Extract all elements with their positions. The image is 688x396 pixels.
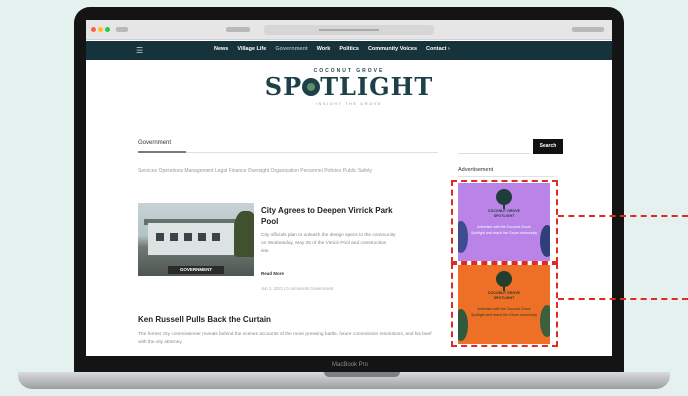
nav-item-community-voices[interactable]: Community Voices xyxy=(368,46,417,52)
logo-tagline: INSIGHT THE GROVE xyxy=(315,101,383,106)
nav-item-government[interactable]: Government xyxy=(275,46,307,52)
spotlight-o-icon xyxy=(302,78,321,96)
advertisement-heading: Advertisement xyxy=(458,167,494,173)
maximize-window-dot[interactable] xyxy=(105,27,110,32)
search-input[interactable] xyxy=(458,141,530,154)
logo-text-start: SP xyxy=(264,72,303,101)
site-navigation: ☰ News Village Life Government Work Poli… xyxy=(86,41,612,60)
ad-highlight-box xyxy=(451,263,558,347)
nav-item-politics[interactable]: Politics xyxy=(339,46,359,52)
building-windows xyxy=(156,233,226,241)
browser-chrome xyxy=(86,20,612,40)
nav-item-work[interactable]: Work xyxy=(317,46,331,52)
address-bar[interactable] xyxy=(264,25,434,35)
nav-item-village-life[interactable]: Village Life xyxy=(237,46,266,52)
laptop-notch xyxy=(324,372,400,377)
callout-line xyxy=(558,215,688,217)
heading-underline xyxy=(138,151,186,153)
image-category-label: GOVERNMENT xyxy=(168,266,224,274)
article-meta: Jun 3, 2022 | 0 comments Government xyxy=(261,286,334,291)
ad-highlight-box xyxy=(451,180,558,263)
featured-article-title[interactable]: City Agrees to Deepen Virrick Park Pool xyxy=(261,205,396,227)
search-button[interactable]: Search xyxy=(533,139,563,154)
second-article-title[interactable]: Ken Russell Pulls Back the Curtain xyxy=(138,315,271,324)
page-title: Government xyxy=(138,140,172,146)
sidebar-toggle-icon[interactable] xyxy=(116,27,128,32)
nav-menu: News Village Life Government Work Politi… xyxy=(214,46,450,52)
hamburger-icon[interactable]: ☰ xyxy=(136,47,143,55)
logo-wordmark: SP TLIGHT xyxy=(86,75,612,99)
site-logo[interactable]: COCONUT GROVE SP TLIGHT INSIGHT THE GROVE xyxy=(86,68,612,106)
nav-item-contact[interactable]: Contact › xyxy=(426,46,450,52)
laptop-base xyxy=(18,372,670,389)
featured-article-image[interactable]: GOVERNMENT xyxy=(138,203,254,276)
read-more-link[interactable]: Read More xyxy=(261,271,284,276)
advertisement-divider xyxy=(458,176,554,177)
second-article-excerpt: The former city commissioner reveals beh… xyxy=(138,332,432,345)
laptop-model-label: MacBook Pro xyxy=(331,362,368,368)
back-forward-icons[interactable] xyxy=(226,27,250,32)
featured-article-excerpt: City officials plan to unleash the desig… xyxy=(261,233,396,254)
browser-actions-icons[interactable] xyxy=(572,27,604,32)
tree xyxy=(234,211,254,257)
close-window-dot[interactable] xyxy=(91,27,96,32)
minimize-window-dot[interactable] xyxy=(98,27,103,32)
category-links[interactable]: Services Operations Management Legal Fin… xyxy=(138,167,438,175)
callout-line xyxy=(558,298,688,300)
logo-text-end: TLIGHT xyxy=(320,72,434,101)
nav-item-news[interactable]: News xyxy=(214,46,228,52)
